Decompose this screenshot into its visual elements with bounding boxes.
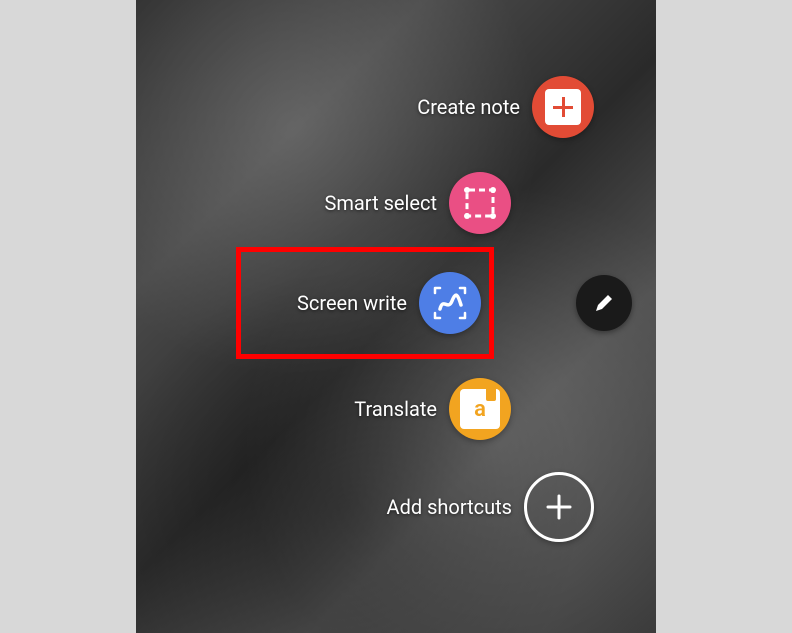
menu-item-smart-select[interactable]: Smart select xyxy=(325,172,511,234)
menu-item-screen-write[interactable]: Screen write xyxy=(297,272,481,334)
note-plus-icon xyxy=(532,76,594,138)
menu-item-label: Translate xyxy=(354,397,437,421)
menu-item-translate[interactable]: Translate a xyxy=(354,378,511,440)
menu-item-label: Add shortcuts xyxy=(387,495,512,519)
blurred-home-screen: Create note Smart select Screen write xyxy=(136,0,656,633)
menu-item-create-note[interactable]: Create note xyxy=(417,76,594,138)
pencil-icon xyxy=(593,292,615,314)
menu-item-label: Screen write xyxy=(297,291,407,315)
menu-item-add-shortcuts[interactable]: Add shortcuts xyxy=(387,472,594,542)
plus-icon xyxy=(524,472,594,542)
air-command-menu: Create note Smart select Screen write xyxy=(136,0,656,633)
crop-icon xyxy=(449,172,511,234)
menu-item-label: Smart select xyxy=(325,191,437,215)
menu-item-label: Create note xyxy=(417,95,520,119)
translate-icon: a xyxy=(449,378,511,440)
edit-fab[interactable] xyxy=(576,275,632,331)
scribble-icon xyxy=(419,272,481,334)
